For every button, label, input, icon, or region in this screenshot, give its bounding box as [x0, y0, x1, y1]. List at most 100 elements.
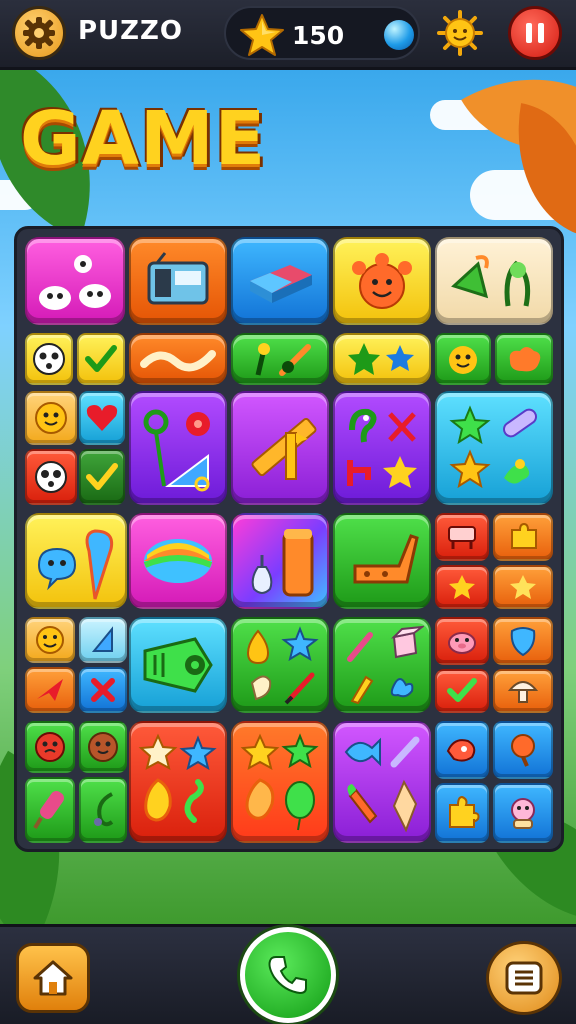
- pause-icon: [526, 23, 544, 43]
- tile-wave[interactable]: [129, 333, 227, 385]
- tile-ghost-bird[interactable]: [435, 721, 489, 779]
- menu-button[interactable]: [486, 941, 562, 1015]
- bottom-bar: [0, 924, 576, 1024]
- tile-star-brush[interactable]: [435, 391, 553, 505]
- tile-mushroom[interactable]: [493, 669, 553, 713]
- tile-cross[interactable]: [79, 667, 127, 713]
- puzzle-icon: [449, 795, 480, 828]
- pig-icon: [448, 632, 476, 654]
- face-icon: [33, 343, 65, 375]
- tile-eraser[interactable]: [231, 237, 329, 325]
- game-banner-title: GAME: [20, 96, 267, 182]
- gear-icon: [23, 17, 55, 49]
- tile-chat-drop[interactable]: [25, 513, 127, 609]
- pause-button[interactable]: [508, 6, 562, 60]
- smiley-icon: [449, 346, 477, 374]
- call-button[interactable]: [240, 927, 336, 1023]
- plane-icon: [37, 679, 63, 701]
- tile-chair-small[interactable]: [435, 513, 489, 561]
- tile-face[interactable]: [25, 333, 73, 385]
- tile-blob-faces[interactable]: [25, 237, 125, 325]
- home-button[interactable]: [16, 943, 90, 1013]
- menu-icon: [505, 961, 543, 995]
- check-icon: [85, 345, 117, 372]
- sun-icon[interactable]: [437, 10, 483, 56]
- blob-icon: [509, 347, 541, 372]
- wave-icon: [140, 350, 216, 372]
- star-brush-icon: [449, 405, 538, 489]
- tools-icon: [255, 343, 311, 376]
- tile-plane[interactable]: [25, 667, 75, 713]
- tile-shield[interactable]: [493, 617, 553, 665]
- tile-rainbow-ball[interactable]: [129, 513, 227, 609]
- star-icon: [240, 14, 284, 56]
- tile-smile[interactable]: [25, 391, 77, 445]
- tile-orange-creature[interactable]: [333, 237, 431, 325]
- tile-stars-flames[interactable]: [129, 721, 227, 843]
- tile-bottle[interactable]: [231, 513, 329, 609]
- tile-check[interactable]: [77, 333, 125, 385]
- paddle-icon: [511, 734, 535, 767]
- tile-puzzle-star[interactable]: [493, 513, 553, 561]
- tile-brush-cube[interactable]: [333, 617, 431, 713]
- tile-popsicle[interactable]: [25, 777, 75, 843]
- orange-creature-icon: [352, 253, 412, 309]
- fish-carrot-icon: [344, 736, 420, 833]
- app-title: PUZZO: [78, 16, 183, 46]
- mushroom-icon: [507, 681, 539, 703]
- tile-skull-face[interactable]: [25, 449, 77, 505]
- tile-tools[interactable]: [231, 333, 329, 385]
- tile-ruler[interactable]: [231, 391, 329, 505]
- tile-blob[interactable]: [495, 333, 553, 385]
- green-leaf-icon: [451, 255, 531, 307]
- tile-puzzle-yellow[interactable]: [435, 783, 489, 843]
- tile-fish-carrot[interactable]: [333, 721, 431, 843]
- hook-icon: [94, 792, 114, 827]
- ruler-icon: [251, 417, 317, 480]
- tile-green-shapes[interactable]: [435, 237, 553, 325]
- tile-machine[interactable]: [129, 617, 227, 713]
- stars-flames-icon: [138, 733, 217, 823]
- tile-star-orange[interactable]: [493, 565, 553, 609]
- tile-hook[interactable]: [79, 777, 127, 843]
- puzzle-icon: [511, 522, 537, 549]
- tile-smile-face[interactable]: [25, 617, 75, 663]
- tile-chair[interactable]: [333, 513, 431, 609]
- geometry-icon: [143, 409, 210, 492]
- tile-ping-pong[interactable]: [493, 721, 553, 779]
- tile-sail[interactable]: [79, 617, 127, 663]
- tile-smiley[interactable]: [435, 333, 491, 385]
- smile-icon: [35, 402, 67, 434]
- star-icon: [510, 575, 536, 599]
- stars-icon: [348, 343, 414, 375]
- eraser-icon: [250, 265, 312, 303]
- chair-icon: [353, 534, 419, 584]
- tile-face-red[interactable]: [25, 721, 75, 773]
- tile-radio[interactable]: [129, 237, 227, 325]
- face-icon: [35, 461, 67, 493]
- bird-icon: [446, 739, 476, 762]
- tile-star-red[interactable]: [435, 565, 489, 609]
- tile-check-dark[interactable]: [79, 449, 125, 505]
- chair-icon: [448, 526, 476, 549]
- tile-check-red[interactable]: [435, 669, 489, 713]
- tile-geometry[interactable]: [129, 391, 227, 505]
- tile-bird-scissors[interactable]: [333, 391, 431, 505]
- face-icon: [35, 732, 65, 762]
- bottle-icon: [251, 529, 314, 597]
- tile-stars-balloons[interactable]: [231, 721, 329, 843]
- tile-pink-creature[interactable]: [493, 783, 553, 843]
- tile-pig[interactable]: [435, 617, 489, 665]
- stars-balloons-icon: [240, 733, 319, 831]
- blue-gem-icon: [384, 20, 414, 50]
- tile-green-star-blue-star[interactable]: [333, 333, 431, 385]
- popsicle-icon: [33, 791, 64, 830]
- tile-heart[interactable]: [79, 391, 125, 445]
- machine-icon: [143, 637, 213, 693]
- settings-button[interactable]: [12, 6, 66, 60]
- smile-icon: [36, 626, 64, 654]
- tile-face-brown[interactable]: [79, 721, 127, 773]
- drops-star-icon: [246, 626, 319, 705]
- tile-drops-star[interactable]: [231, 617, 329, 713]
- phone-icon: [268, 956, 307, 995]
